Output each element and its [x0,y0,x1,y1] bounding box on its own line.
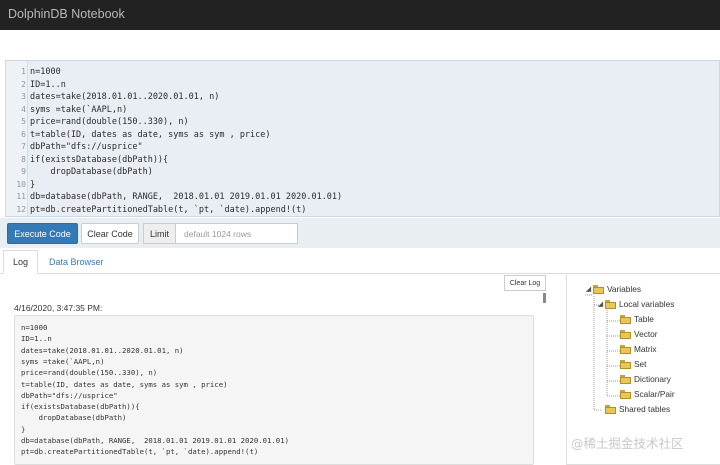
output-tabs: Log Data Browser [0,250,720,274]
line-number: 10 [16,179,26,189]
log-line: if(existsDatabase(dbPath)){ [21,402,140,412]
collapse-toggle-icon[interactable]: ◢ [596,300,605,308]
log-line: price=rand(double(150..330), n) [21,368,158,378]
code-line[interactable]: dbPath="dfs://usprice" [30,141,143,154]
limit-input[interactable]: default 1024 rows [176,223,298,244]
tree-node-matrix[interactable]: Matrix [611,344,657,354]
line-number: 3 [21,92,26,101]
log-line: syms =take(`AAPL,n) [21,356,105,366]
folder-icon [593,284,604,294]
clear-log-button[interactable]: Clear Log [504,275,546,291]
tree-node-shared-tables[interactable]: Shared tables [596,404,670,414]
line-number: 11 [16,192,26,201]
folder-icon [620,374,631,384]
limit-label: Limit [143,223,176,244]
code-line[interactable]: dropDatabase(dbPath) [30,166,152,179]
tree-label: Vector [634,329,658,339]
line-number: 1 [21,67,26,76]
tree-node-local-variables[interactable]: ◢ Local variables [596,299,675,309]
folder-icon [620,359,631,369]
tree-label: Set [634,359,647,369]
code-line[interactable]: price=rand(double(150..330), n) [30,116,189,129]
code-line[interactable]: db=database(dbPath, RANGE, 2018.01.01 20… [30,191,342,204]
tree-label: Variables [607,284,641,294]
tab-data-browser[interactable]: Data Browser [49,250,104,274]
tree-label: Local variables [619,299,675,309]
tree-label: Table [634,314,654,324]
watermark: @稀土掘金技术社区 [571,436,684,451]
code-line[interactable]: dates=take(2018.01.01..2020.01.01, n) [30,91,219,104]
folder-icon [620,314,631,324]
line-number: 8 [21,154,26,164]
folder-icon [605,404,616,414]
line-number: 7 [21,142,26,151]
log-scrollbar[interactable] [543,293,546,303]
folder-icon [620,344,631,354]
tree-node-table[interactable]: Table [611,314,654,324]
tree-node-scalar-pair[interactable]: Scalar/Pair [611,389,675,399]
tree-node-dictionary[interactable]: Dictionary [611,374,671,384]
line-number: 4 [21,104,26,114]
tree-node-variables[interactable]: ◢ Variables [584,284,641,294]
log-line: dbPath="dfs://usprice" [21,390,118,400]
folder-icon [620,389,631,399]
log-line: } [21,424,26,434]
code-line[interactable]: pt=db.createPartitionedTable(t, `pt, `da… [30,204,306,217]
log-line: dates=take(2018.01.01..2020.01.01, n) [21,345,184,355]
code-line[interactable]: ID=1..n [30,79,66,92]
log-line: pt=db.createPartitionedTable(t, `pt, `da… [21,447,259,457]
folder-icon [605,299,616,309]
clear-code-button[interactable]: Clear Code [81,223,139,244]
log-line: t=table(ID, dates as date, syms as sym ,… [21,379,228,389]
tab-log[interactable]: Log [3,250,38,274]
code-line[interactable]: n=1000 [30,66,61,79]
line-number: 6 [21,129,26,139]
tree-label: Matrix [634,344,657,354]
execute-code-button[interactable]: Execute Code [7,223,78,244]
log-line: ID=1..n [21,334,52,344]
tree-node-vector[interactable]: Vector [611,329,658,339]
code-line[interactable]: if(existsDatabase(dbPath)){ [30,154,168,167]
log-output: n=1000 ID=1..n dates=take(2018.01.01..2020… [14,315,534,465]
log-timestamp: 4/16/2020, 3:47:35 PM: [14,303,103,313]
collapse-toggle-icon[interactable]: ◢ [584,285,593,293]
code-line[interactable]: } [30,179,35,192]
tree-label: Shared tables [619,404,671,414]
navbar: DolphinDB Notebook [0,0,720,30]
log-line: n=1000 [21,323,48,332]
log-line: dropDatabase(dbPath) [21,413,127,423]
code-line[interactable]: syms =take(`AAPL,n) [30,104,127,117]
code-line[interactable]: t=table(ID, dates as date, syms as sym ,… [30,129,271,142]
line-number: 9 [21,167,26,176]
tree-label: Scalar/Pair [634,389,675,399]
line-number: 5 [21,117,26,126]
tree-node-set[interactable]: Set [611,359,646,369]
log-line: db=database(dbPath, RANGE, 2018.01.01 20… [21,436,289,445]
line-number: 2 [21,79,26,89]
tree-label: Dictionary [634,374,671,384]
code-editor[interactable]: 1 n=1000 2 ID=1..n 3 dates=take(2018.01.01..2… [5,60,720,217]
app-title[interactable]: DolphinDB Notebook [8,7,125,21]
line-number: 12 [16,204,26,214]
folder-icon [620,329,631,339]
